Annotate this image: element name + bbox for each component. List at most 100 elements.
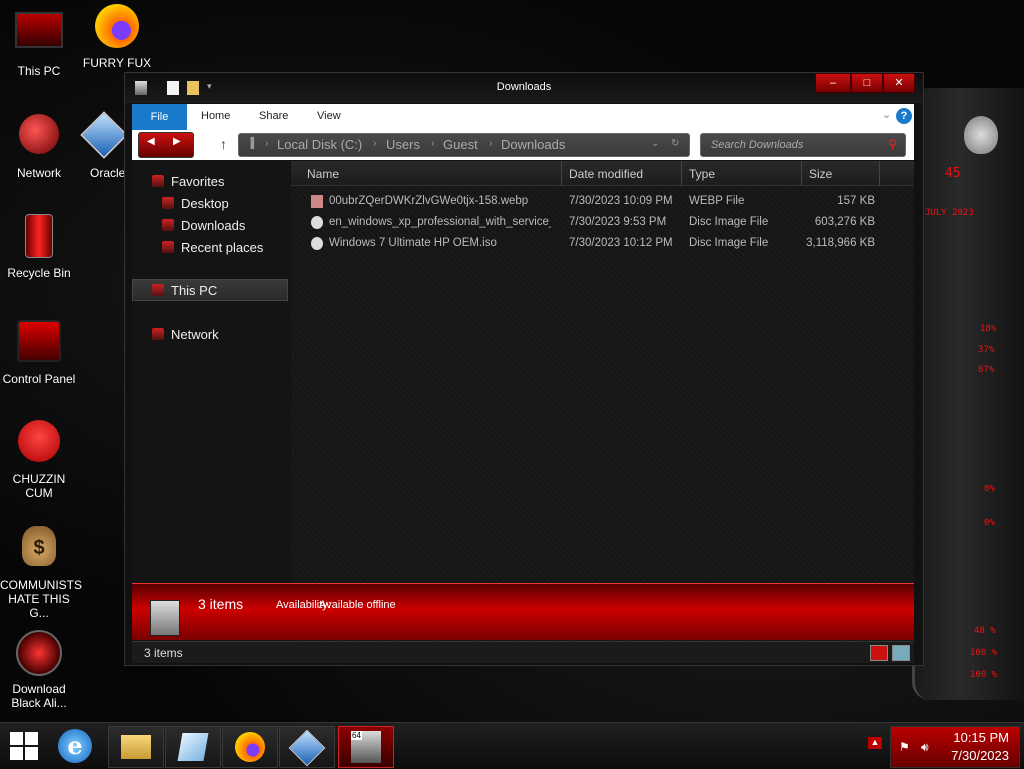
breadcrumb-users[interactable]: Users <box>386 137 420 152</box>
column-divider[interactable] <box>681 161 682 185</box>
nav-network[interactable]: Network <box>152 327 219 342</box>
column-type[interactable]: Type <box>689 167 715 181</box>
breadcrumb-guest[interactable]: Guest <box>443 137 478 152</box>
system-monitor-gadget <box>912 88 1024 700</box>
taskbar-virtualbox[interactable] <box>279 726 335 768</box>
details-pane: 3 items Availability: Available offline <box>132 583 914 640</box>
firefox-icon <box>235 732 265 762</box>
downloads-folder-icon <box>162 219 174 231</box>
show-hidden-icons[interactable]: ▲ <box>868 737 882 749</box>
large-icons-view-icon[interactable] <box>892 645 910 661</box>
back-forward-buttons[interactable]: ◀ ▶ <box>138 132 194 158</box>
chevron-right-icon[interactable]: › <box>489 138 492 149</box>
chevron-down-icon[interactable]: ⌄ <box>651 138 659 149</box>
file-type: Disc Image File <box>689 237 769 249</box>
clock-date[interactable]: 7/30/2023 <box>951 748 1009 763</box>
taskbar-firefox[interactable] <box>222 726 278 768</box>
nav-this-pc[interactable]: This PC <box>152 283 217 298</box>
windows-logo-icon <box>10 732 23 745</box>
details-item-count: 3 items <box>198 596 244 612</box>
nav-recent-places-label: Recent places <box>181 240 264 255</box>
back-arrow-icon[interactable]: ◀ <box>147 136 155 147</box>
chevron-right-icon[interactable]: › <box>265 138 268 149</box>
tab-file[interactable]: File <box>132 104 187 130</box>
control-panel-icon <box>15 320 63 368</box>
up-arrow-icon[interactable]: ↑ <box>220 136 227 152</box>
maximize-button[interactable]: □ <box>851 73 883 93</box>
refresh-icon[interactable]: ↻ <box>671 138 679 149</box>
breadcrumb-local-disk[interactable]: Local Disk (C:) <box>277 137 362 152</box>
tab-home[interactable]: Home <box>201 110 230 122</box>
status-item-count: 3 items <box>144 646 183 660</box>
volume-icon[interactable]: 🔊︎ <box>921 740 929 755</box>
computer-icon <box>152 284 164 296</box>
tab-share[interactable]: Share <box>259 110 288 122</box>
file-size: 603,276 KB <box>814 216 875 228</box>
gadget-cpu2: 37% <box>978 345 995 355</box>
table-row[interactable]: Windows 7 Ultimate HP OEM.iso 7/30/2023 … <box>291 234 914 254</box>
taskbar-file-explorer[interactable] <box>108 726 164 768</box>
title-bar[interactable]: ▾ Downloads ‒ □ ✕ <box>125 73 923 103</box>
desktop-icon-chuzzin[interactable]: CHUZZIN CUM <box>0 418 78 500</box>
action-center-flag-icon[interactable]: ⚑ <box>899 740 910 754</box>
file-list: Name Date modified Type Size 00ubrZQerDW… <box>291 161 914 641</box>
nav-network-label: Network <box>171 327 219 342</box>
desktop-icon-communists[interactable]: $ COMMUNISTS HATE THIS G... <box>0 524 82 620</box>
table-row[interactable]: en_windows_xp_professional_with_service_… <box>291 213 914 233</box>
column-size[interactable]: Size <box>809 167 832 181</box>
column-divider[interactable] <box>801 161 802 185</box>
chevron-right-icon[interactable]: › <box>373 138 376 149</box>
desktop-icon-this-pc[interactable]: This PC <box>0 6 78 78</box>
chevron-right-icon[interactable]: › <box>431 138 434 149</box>
desktop-icon-label: Download Black Ali... <box>11 682 67 710</box>
breadcrumb-downloads[interactable]: Downloads <box>501 137 565 152</box>
money-bag-icon: $ <box>15 526 63 574</box>
table-row[interactable]: 00ubrZQerDWKrZlvGWe0tjx-158.webp 7/30/20… <box>291 192 914 212</box>
address-bar[interactable]: ▐ › Local Disk (C:) › Users › Guest › Do… <box>238 133 690 157</box>
search-box[interactable]: Search Downloads ⚲ <box>700 133 906 157</box>
explorer-window: ▾ Downloads ‒ □ ✕ File Home Share View ⌄… <box>124 72 924 666</box>
desktop-icon-network[interactable]: Network <box>0 110 78 180</box>
taskbar-notepad[interactable] <box>165 726 221 768</box>
nav-desktop[interactable]: Desktop <box>162 196 229 211</box>
search-icon[interactable]: ⚲ <box>888 137 897 151</box>
desktop-icon-recycle-bin[interactable]: Recycle Bin <box>0 212 78 280</box>
desktop-icon-label: Recycle Bin <box>7 266 71 280</box>
nav-favorites[interactable]: Favorites <box>152 174 224 189</box>
taskbar-active-app[interactable]: 64 <box>338 726 394 768</box>
close-button[interactable]: ✕ <box>883 73 915 93</box>
column-date-modified[interactable]: Date modified <box>569 167 643 181</box>
chuzzle-icon <box>15 420 63 468</box>
windows-logo-pane <box>25 747 38 760</box>
start-button[interactable] <box>10 732 38 760</box>
tab-view[interactable]: View <box>317 110 341 122</box>
internet-explorer-icon[interactable]: e <box>58 729 92 763</box>
bitness-badge: 64 <box>351 731 362 740</box>
folder-icon: ▐ <box>247 138 255 149</box>
alien-head-icon <box>964 116 998 154</box>
help-button[interactable]: ? <box>896 108 912 124</box>
nav-this-pc-label: This PC <box>171 283 218 298</box>
desktop-icon-virtualbox[interactable]: Oracle VM VirtualBox <box>80 110 126 180</box>
disc-image-icon <box>311 237 323 250</box>
column-divider[interactable] <box>879 161 880 185</box>
ribbon-tabs: File Home Share View ⌄ ? <box>132 104 914 131</box>
column-divider[interactable] <box>561 161 562 185</box>
desktop-icon-download-black-ali[interactable]: Download Black Ali... <box>0 628 78 710</box>
nav-downloads[interactable]: Downloads <box>162 218 245 233</box>
forward-arrow-icon[interactable]: ▶ <box>173 136 181 147</box>
details-view-icon[interactable] <box>870 645 888 661</box>
column-name[interactable]: Name <box>307 167 339 181</box>
window-title: Downloads <box>496 81 552 93</box>
clock-time[interactable]: 10:15 PM <box>953 730 1009 745</box>
desktop-icon-control-panel[interactable]: Control Panel <box>0 316 78 386</box>
expand-ribbon-icon[interactable]: ⌄ <box>882 108 891 121</box>
desktop-icon-furry-fux[interactable]: FURRY FUX <box>78 4 156 70</box>
system-tray: ⚑ 🔊︎ 10:15 PM 7/30/2023 <box>890 726 1020 768</box>
file-size: 3,118,966 KB <box>806 237 875 249</box>
minimize-button[interactable]: ‒ <box>815 73 851 93</box>
file-name: en_windows_xp_professional_with_service_… <box>329 216 551 228</box>
gadget-mem: 87% <box>978 365 995 375</box>
nav-recent-places[interactable]: Recent places <box>162 240 263 255</box>
gadget-disk2: 100 % <box>970 648 998 658</box>
